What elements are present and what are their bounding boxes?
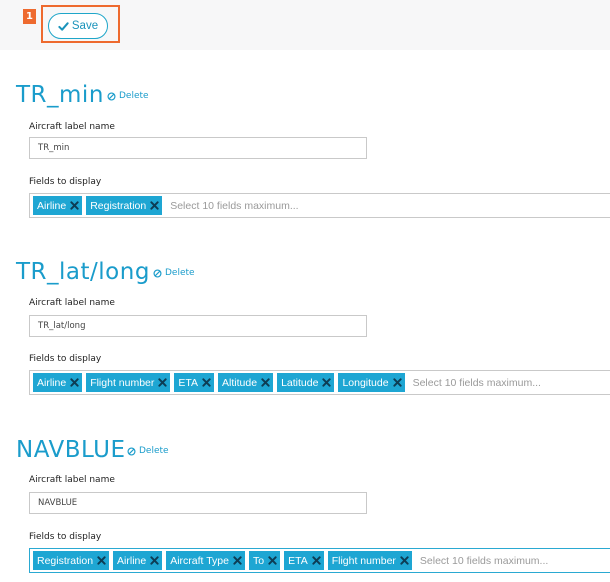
fields-select[interactable]: Airline Flight number ETA Altitude Latitude L… — [29, 370, 610, 395]
field-tag-label: Altitude — [222, 376, 258, 389]
field-tag: Longitude — [338, 373, 405, 392]
delete-label: Delete — [139, 446, 169, 456]
field-tag: Flight number — [327, 551, 412, 570]
delete-link[interactable]: Delete — [153, 268, 195, 278]
close-icon[interactable] — [392, 377, 403, 388]
fields-to-display-label: Fields to display — [29, 177, 102, 187]
toolbar: 1 Save — [0, 0, 610, 50]
section-title: TR_lat/long — [16, 259, 150, 285]
close-icon[interactable] — [399, 555, 410, 566]
field-tag: Aircraft Type — [166, 551, 245, 570]
save-label: Save — [71, 20, 99, 32]
field-tag: Altitude — [218, 373, 274, 392]
aircraft-label-name-label: Aircraft label name — [29, 298, 115, 308]
aircraft-label-name-label: Aircraft label name — [29, 475, 115, 485]
field-tag-label: Flight number — [331, 554, 396, 567]
field-tag: Airline — [33, 196, 83, 215]
close-icon[interactable] — [69, 200, 80, 211]
delete-label: Delete — [165, 268, 195, 278]
close-icon[interactable] — [201, 377, 212, 388]
field-tag: Flight number — [86, 373, 171, 392]
field-tag-label: ETA — [288, 554, 308, 567]
field-tag-label: ETA — [178, 376, 199, 389]
fields-to-display-label: Fields to display — [29, 354, 102, 364]
ban-icon — [127, 446, 136, 456]
close-icon[interactable] — [96, 555, 107, 566]
close-icon[interactable] — [267, 555, 278, 566]
ban-icon — [107, 91, 116, 101]
field-tag-label: Airline — [37, 376, 67, 389]
close-icon[interactable] — [260, 377, 271, 388]
fields-select-placeholder[interactable]: Select 10 fields maximum... — [413, 377, 541, 389]
fields-select-placeholder[interactable]: Select 10 fields maximum... — [420, 555, 548, 567]
field-tag-label: Registration — [90, 199, 147, 212]
field-tag-label: Registration — [37, 554, 94, 567]
field-tag-label: To — [252, 554, 265, 567]
fields-select[interactable]: Airline Registration Select 10 fields maxi… — [29, 193, 610, 218]
close-icon[interactable] — [69, 377, 80, 388]
delete-label: Delete — [119, 91, 149, 101]
field-tag: Latitude — [277, 373, 335, 392]
field-tag: Airline — [33, 373, 83, 392]
section-title: NAVBLUE — [16, 437, 126, 463]
section-title: TR_min — [16, 82, 104, 108]
field-tag-label: Aircraft Type — [170, 554, 229, 567]
fields-select[interactable]: Registration Airline Aircraft Type To ETA Fli… — [29, 548, 610, 573]
fields-to-display-label: Fields to display — [29, 532, 102, 542]
delete-link[interactable]: Delete — [127, 446, 169, 456]
ban-icon — [153, 268, 162, 278]
close-icon[interactable] — [157, 377, 168, 388]
aircraft-label-name-input[interactable]: TR_min — [29, 137, 367, 159]
field-tag: Registration — [33, 551, 110, 570]
field-tag-label: Flight number — [90, 376, 155, 389]
close-icon[interactable] — [311, 555, 322, 566]
fields-select-placeholder[interactable]: Select 10 fields maximum... — [170, 200, 298, 212]
field-tag-label: Longitude — [342, 376, 389, 389]
field-tag: Airline — [113, 551, 163, 570]
field-tag: Registration — [86, 196, 163, 215]
save-button[interactable]: Save — [48, 13, 108, 39]
close-icon[interactable] — [149, 555, 160, 566]
field-tag: To — [248, 551, 281, 570]
step-badge: 1 — [23, 9, 36, 24]
close-icon[interactable] — [321, 377, 332, 388]
check-icon — [58, 21, 69, 31]
delete-link[interactable]: Delete — [107, 91, 149, 101]
field-tag-label: Airline — [117, 554, 147, 567]
close-icon[interactable] — [232, 555, 243, 566]
field-tag: ETA — [284, 551, 324, 570]
field-tag-label: Airline — [37, 199, 67, 212]
aircraft-label-name-input[interactable]: TR_lat/long — [29, 315, 367, 337]
aircraft-label-name-label: Aircraft label name — [29, 122, 115, 132]
field-tag-label: Latitude — [281, 376, 319, 389]
aircraft-label-name-input[interactable]: NAVBLUE — [29, 492, 367, 514]
close-icon[interactable] — [149, 200, 160, 211]
field-tag: ETA — [174, 373, 215, 392]
